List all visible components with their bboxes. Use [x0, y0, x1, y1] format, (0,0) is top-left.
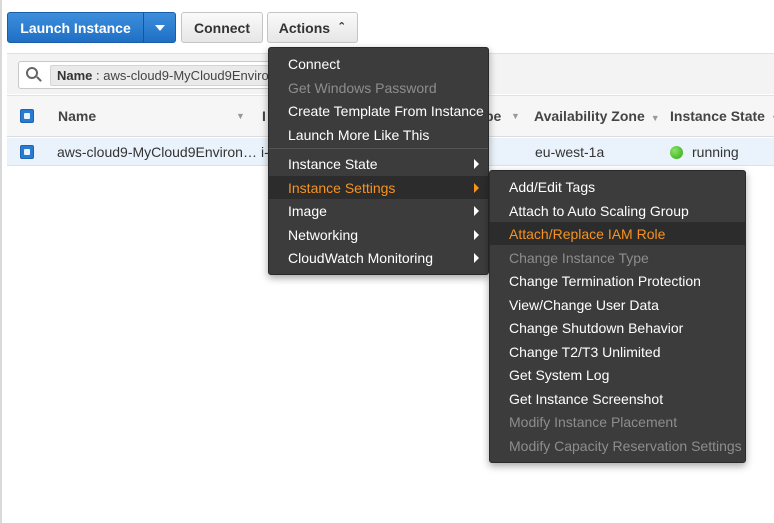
menu-item-change-shutdown-behavior[interactable]: Change Shutdown Behavior [490, 316, 745, 339]
connect-button[interactable]: Connect [181, 12, 263, 43]
actions-label: Actions [278, 19, 331, 36]
menu-item-launch-more-like-this[interactable]: Launch More Like This [269, 123, 488, 146]
menu-item-networking[interactable]: Networking [269, 223, 488, 246]
menu-item-get-instance-screenshot[interactable]: Get Instance Screenshot [490, 387, 745, 410]
menu-item-image[interactable]: Image [269, 199, 488, 222]
filter-token[interactable]: Name : aws-cloud9-MyCloud9Environ [50, 64, 283, 86]
menu-item-modify-instance-placement: Modify Instance Placement [509, 413, 678, 430]
menu-item-cloudwatch-monitoring[interactable]: CloudWatch Monitoring [269, 246, 488, 269]
filter-token-value: aws-cloud9-MyCloud9Environ [103, 67, 276, 83]
submenu-arrow-icon [474, 230, 479, 240]
sort-icon[interactable]: ▼ [236, 111, 245, 121]
column-header-instance-state[interactable]: Instance State▼ [670, 108, 774, 124]
menu-item-instance-settings[interactable]: Instance Settings [269, 176, 488, 199]
menu-item-modify-capacity-reservation: Modify Capacity Reservation Settings [509, 437, 742, 454]
running-status-icon [670, 146, 683, 159]
menu-item-create-template[interactable]: Create Template From Instance [269, 99, 488, 122]
launch-instance-label: Launch Instance [20, 19, 131, 36]
submenu-arrow-icon [474, 183, 479, 193]
actions-button[interactable]: Actions ⌃ [267, 12, 358, 43]
menu-item-change-termination-protection[interactable]: Change Termination Protection [490, 269, 745, 292]
menu-item-change-instance-type: Change Instance Type [509, 249, 649, 266]
menu-item-change-t2-t3-unlimited[interactable]: Change T2/T3 Unlimited [490, 340, 745, 363]
cell-name: aws-cloud9-MyCloud9Environ… [57, 144, 257, 160]
cell-instance-state: running [670, 144, 739, 160]
menu-item-attach-replace-iam-role[interactable]: Attach/Replace IAM Role [490, 222, 745, 245]
menu-item-add-edit-tags[interactable]: Add/Edit Tags [490, 175, 745, 198]
search-icon [26, 67, 42, 83]
sort-icon[interactable]: ▼ [511, 111, 520, 121]
window-border [0, 0, 2, 523]
launch-instance-button[interactable]: Launch Instance [7, 12, 144, 43]
caret-down-icon [154, 24, 165, 31]
filter-token-key: Name [57, 67, 93, 83]
menu-item-instance-state[interactable]: Instance State [269, 152, 488, 175]
menu-item-view-change-user-data[interactable]: View/Change User Data [490, 293, 745, 316]
instance-state-label: running [692, 144, 739, 160]
menu-item-connect[interactable]: Connect [269, 52, 488, 75]
submenu-arrow-icon [474, 206, 479, 216]
column-header-name[interactable]: Name [58, 108, 96, 124]
select-all-checkbox[interactable] [20, 109, 34, 123]
submenu-arrow-icon [474, 253, 479, 263]
chevron-up-icon: ⌃ [337, 21, 347, 33]
actions-menu: Connect Get Windows Password Create Temp… [268, 47, 489, 275]
menu-item-attach-auto-scaling-group[interactable]: Attach to Auto Scaling Group [490, 199, 745, 222]
sort-icon[interactable]: ▼ [651, 113, 660, 123]
filter-token-separator: : [92, 67, 104, 83]
column-header-availability-zone[interactable]: Availability Zone ▼ [534, 108, 660, 124]
column-header-instance-id[interactable]: I [262, 108, 266, 124]
connect-label: Connect [194, 19, 250, 36]
submenu-arrow-icon [474, 159, 479, 169]
launch-options-dropdown-button[interactable] [143, 12, 176, 43]
menu-item-get-system-log[interactable]: Get System Log [490, 363, 745, 386]
instance-settings-submenu: Add/Edit Tags Attach to Auto Scaling Gro… [489, 170, 746, 463]
menu-divider [269, 148, 488, 149]
menu-item-get-windows-password: Get Windows Password [288, 79, 437, 96]
row-checkbox[interactable] [20, 145, 34, 159]
cell-availability-zone: eu-west-1a [535, 144, 605, 160]
